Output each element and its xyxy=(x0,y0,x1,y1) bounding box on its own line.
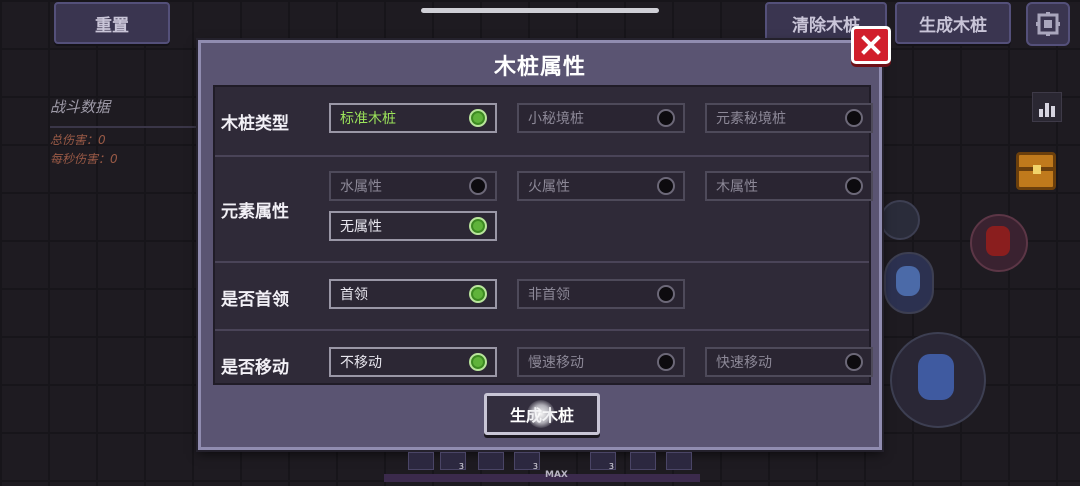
radio-unselected-icon xyxy=(657,285,675,303)
option-slow-moving[interactable]: 慢速移动 xyxy=(517,347,685,377)
radio-unselected-icon xyxy=(657,353,675,371)
row-element: 元素属性 水属性 火属性 木属性 无属性 xyxy=(215,157,873,261)
row-moving: 是否移动 不移动 慢速移动 快速移动 xyxy=(215,331,873,383)
radio-unselected-icon xyxy=(845,109,863,127)
row-label-moving: 是否移动 xyxy=(221,358,289,378)
slot-count: 3 xyxy=(608,462,614,471)
option-wood[interactable]: 木属性 xyxy=(705,171,873,201)
dialog-body: 木桩类型 标准木桩 小秘境桩 元素秘境桩 元素属性 水属性 火属性 木属性 无属… xyxy=(213,85,873,385)
inventory-bar: 3 3 3 xyxy=(404,450,694,471)
reset-button[interactable]: 重置 xyxy=(54,2,170,44)
generate-stakes-hud-label: 生成木桩 xyxy=(919,15,987,36)
radio-unselected-icon xyxy=(469,177,487,195)
row-label-boss: 是否首领 xyxy=(221,290,289,310)
radio-unselected-icon xyxy=(657,177,675,195)
reset-button-label: 重置 xyxy=(95,15,129,36)
option-label: 首领 xyxy=(340,287,368,303)
radio-unselected-icon xyxy=(845,177,863,195)
option-not-moving[interactable]: 不移动 xyxy=(329,347,497,377)
inventory-slot[interactable] xyxy=(630,452,656,470)
radio-selected-icon xyxy=(469,217,487,235)
inventory-slot[interactable] xyxy=(666,452,692,470)
option-label: 标准木桩 xyxy=(340,111,396,127)
inventory-slot[interactable]: 3 xyxy=(514,452,540,471)
stake-properties-dialog: 木桩属性 木桩类型 标准木桩 小秘境桩 元素秘境桩 元素属性 水属性 火属性 木… xyxy=(198,40,882,450)
energy-bar xyxy=(384,474,700,482)
option-label: 快速移动 xyxy=(716,355,772,371)
option-boss[interactable]: 首领 xyxy=(329,279,497,309)
settings-button[interactable] xyxy=(1026,2,1070,46)
inventory-slot[interactable] xyxy=(408,452,434,470)
inventory-slot[interactable]: 3 xyxy=(590,452,616,471)
energy-max-label: MAX xyxy=(545,470,568,480)
option-label: 火属性 xyxy=(528,179,570,195)
row-boss: 是否首领 首领 非首领 xyxy=(215,263,869,329)
option-label: 慢速移动 xyxy=(528,355,584,371)
skill-orb-icon[interactable] xyxy=(880,200,920,240)
option-label: 木属性 xyxy=(716,179,758,195)
option-label: 元素秘境桩 xyxy=(716,111,786,127)
bar-chart-icon xyxy=(1039,103,1055,117)
row-stake-type: 木桩类型 标准木桩 小秘境桩 元素秘境桩 xyxy=(215,87,873,155)
inventory-slot[interactable] xyxy=(478,452,504,470)
attack-button[interactable] xyxy=(890,332,986,428)
option-non-boss[interactable]: 非首领 xyxy=(517,279,685,309)
slot-count: 3 xyxy=(458,462,464,471)
total-damage-text: 总伤害：0 xyxy=(50,133,106,147)
weapon-skill-icon[interactable] xyxy=(884,252,934,314)
battle-stats-title: 战斗数据 xyxy=(50,98,111,116)
option-element-realm-stake[interactable]: 元素秘境桩 xyxy=(705,103,873,133)
option-small-realm-stake[interactable]: 小秘境桩 xyxy=(517,103,685,133)
gear-icon xyxy=(1036,12,1060,36)
close-button[interactable] xyxy=(851,26,891,64)
option-standard-stake[interactable]: 标准木桩 xyxy=(329,103,497,133)
option-label: 小秘境桩 xyxy=(528,111,584,127)
character-avatar[interactable] xyxy=(970,214,1028,272)
battle-stats-panel: 战斗数据 总伤害：0 每秒伤害：0 xyxy=(50,96,200,186)
stats-divider xyxy=(50,126,200,128)
inventory-slot[interactable]: 3 xyxy=(440,452,466,471)
option-no-element[interactable]: 无属性 xyxy=(329,211,497,241)
close-icon xyxy=(861,35,881,55)
radio-unselected-icon xyxy=(657,109,675,127)
option-label: 非首领 xyxy=(528,287,570,303)
generate-stakes-hud-button[interactable]: 生成木桩 xyxy=(895,2,1011,44)
touch-indicator xyxy=(527,400,555,428)
top-swipe-indicator[interactable] xyxy=(421,8,659,13)
option-fire[interactable]: 火属性 xyxy=(517,171,685,201)
dps-text: 每秒伤害：0 xyxy=(50,152,118,166)
radio-selected-icon xyxy=(469,285,487,303)
radio-unselected-icon xyxy=(845,353,863,371)
slot-count: 3 xyxy=(532,462,538,471)
option-label: 水属性 xyxy=(340,179,382,195)
option-fast-moving[interactable]: 快速移动 xyxy=(705,347,873,377)
radio-selected-icon xyxy=(469,353,487,371)
option-label: 不移动 xyxy=(340,355,382,371)
radio-selected-icon xyxy=(469,109,487,127)
row-label-stake-type: 木桩类型 xyxy=(221,114,289,134)
row-label-element: 元素属性 xyxy=(221,202,289,222)
option-label: 无属性 xyxy=(340,219,382,235)
treasure-chest-icon[interactable] xyxy=(1016,152,1056,190)
chart-icon[interactable] xyxy=(1032,92,1062,122)
dialog-title: 木桩属性 xyxy=(493,55,586,80)
option-water[interactable]: 水属性 xyxy=(329,171,497,201)
clear-stakes-label: 清除木桩 xyxy=(792,15,860,36)
